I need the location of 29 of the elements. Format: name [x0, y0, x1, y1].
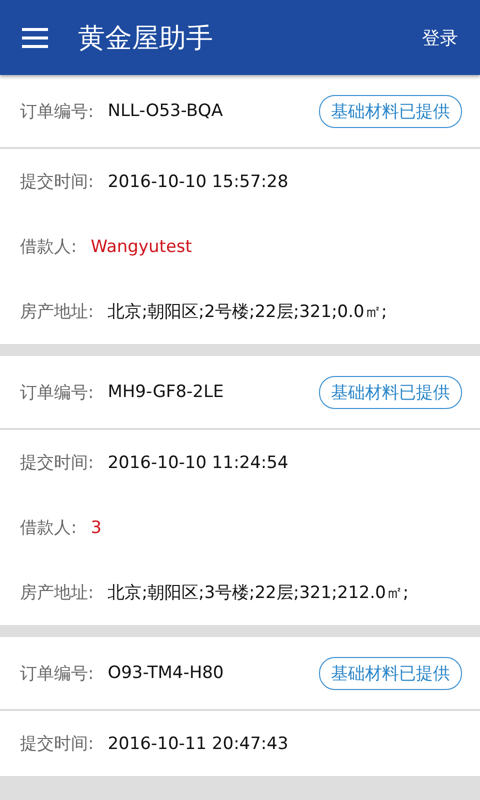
field-label: 订单编号:: [20, 382, 94, 404]
property-address: 北京;朝阳区;3号楼;22层;321;212.0㎡;: [108, 582, 409, 604]
field-label: 提交时间:: [20, 733, 94, 755]
order-card[interactable]: 订单编号: NLL-O53-BQA 基础材料已提供 提交时间: 2016-10-10 15:57:28 借款人: Wangyutest 房产地址: 北京;朝阳区;2号楼;22层;321;0.0㎡;: [0, 75, 480, 344]
field-label: 订单编号:: [20, 100, 94, 122]
field-label: 提交时间:: [20, 452, 94, 474]
field-label: 提交时间:: [20, 171, 94, 193]
submit-time: 2016-10-10 11:24:54: [108, 452, 288, 472]
field-label: 借款人:: [20, 236, 77, 258]
order-card[interactable]: 订单编号: O93-TM4-H80 基础材料已提供 提交时间: 2016-10-11 20:47:43: [0, 637, 480, 776]
borrower-name: Wangyutest: [90, 236, 192, 256]
status-tag: 基础材料已提供: [319, 376, 462, 408]
field-label: 房产地址:: [20, 582, 94, 604]
submit-time: 2016-10-10 15:57:28: [108, 172, 288, 192]
property-address: 北京;朝阳区;2号楼;22层;321;0.0㎡;: [108, 301, 388, 323]
order-card[interactable]: 订单编号: MH9-GF8-2LE 基础材料已提供 提交时间: 2016-10-10 11:24:54 借款人: 3 房产地址: 北京;朝阳区;3号楼;22层;321;212.0㎡;: [0, 356, 480, 625]
field-label: 房产地址:: [20, 301, 94, 323]
app-title: 黄金屋助手: [78, 22, 214, 56]
status-tag: 基础材料已提供: [319, 94, 462, 128]
field-label: 订单编号:: [20, 662, 94, 684]
order-number: MH9-GF8-2LE: [108, 382, 224, 402]
order-number: NLL-O53-BQA: [108, 101, 223, 121]
borrower-name: 3: [90, 518, 102, 538]
order-number: O93-TM4-H80: [108, 663, 224, 683]
menu-icon[interactable]: [22, 28, 48, 48]
status-tag: 基础材料已提供: [319, 656, 462, 690]
submit-time: 2016-10-11 20:47:43: [108, 734, 288, 754]
login-button[interactable]: 登录: [418, 22, 462, 54]
field-label: 借款人:: [20, 517, 77, 539]
